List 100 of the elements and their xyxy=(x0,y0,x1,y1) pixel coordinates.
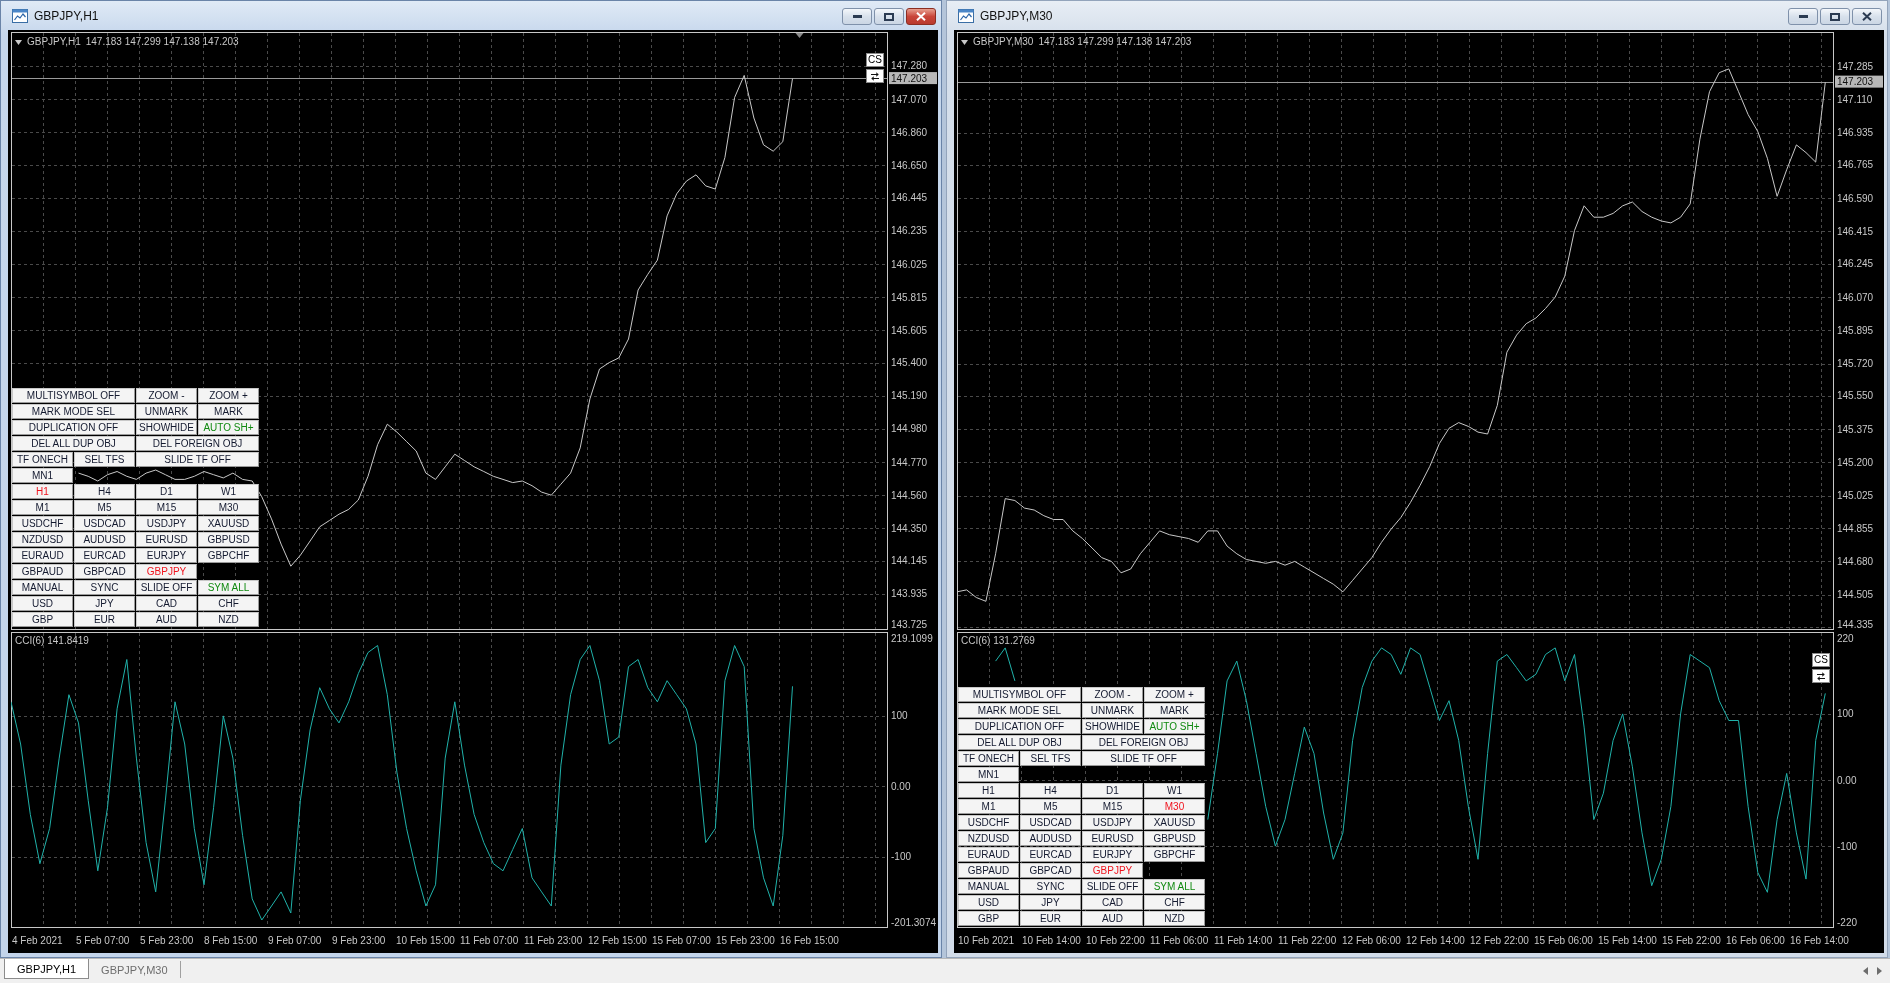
control-panel-button[interactable]: AUDUSD xyxy=(1020,831,1081,846)
close-button[interactable] xyxy=(906,8,936,25)
control-panel-button[interactable]: EUR xyxy=(74,612,135,627)
control-panel-button[interactable]: GBPAUD xyxy=(12,564,73,579)
control-panel-button[interactable]: AUDUSD xyxy=(74,532,135,547)
control-panel-button[interactable]: M15 xyxy=(1082,799,1143,814)
swap-button[interactable] xyxy=(866,69,884,83)
control-panel-button[interactable]: MARK MODE SEL xyxy=(12,404,135,419)
control-panel-button[interactable]: AUTO SH+ xyxy=(198,420,259,435)
control-panel-button[interactable]: SLIDE TF OFF xyxy=(136,452,259,467)
right-arrow-icon[interactable] xyxy=(1877,967,1882,975)
maximize-button[interactable] xyxy=(874,8,904,25)
control-panel-button[interactable]: EURUSD xyxy=(136,532,197,547)
dropdown-triangle-icon[interactable] xyxy=(15,39,22,45)
window-tab[interactable]: GBPJPY,M30 xyxy=(89,961,181,978)
control-panel-button[interactable]: D1 xyxy=(1082,783,1143,798)
control-panel-button[interactable]: SYNC xyxy=(74,580,135,595)
control-panel-button[interactable]: EURCAD xyxy=(1020,847,1081,862)
control-panel-button[interactable]: UNMARK xyxy=(1082,703,1143,718)
window-tab[interactable]: GBPJPY,H1 xyxy=(4,959,90,979)
control-panel-button[interactable]: AUD xyxy=(1082,911,1143,926)
control-panel-button[interactable]: MARK MODE SEL xyxy=(958,703,1081,718)
control-panel-button[interactable]: ZOOM + xyxy=(1144,687,1205,702)
control-panel-button[interactable]: DEL ALL DUP OBJ xyxy=(12,436,135,451)
control-panel-button[interactable]: GBP xyxy=(12,612,73,627)
control-panel-button[interactable]: NZDUSD xyxy=(958,831,1019,846)
control-panel-button[interactable]: SYNC xyxy=(1020,879,1081,894)
control-panel-button[interactable]: H1 xyxy=(12,484,73,499)
control-panel-button[interactable]: SYM ALL xyxy=(198,580,259,595)
control-panel-button[interactable]: M30 xyxy=(1144,799,1205,814)
control-panel-button[interactable]: M5 xyxy=(74,500,135,515)
control-panel-button[interactable]: SEL TFS xyxy=(1020,751,1081,766)
control-panel-button[interactable]: SLIDE TF OFF xyxy=(1082,751,1205,766)
control-panel-button[interactable]: SEL TFS xyxy=(74,452,135,467)
control-panel-button[interactable]: M15 xyxy=(136,500,197,515)
control-panel-button[interactable]: GBPUSD xyxy=(1144,831,1205,846)
control-panel-button[interactable]: JPY xyxy=(1020,895,1081,910)
control-panel-button[interactable]: NZDUSD xyxy=(12,532,73,547)
control-panel-button[interactable]: MULTISYMBOL OFF xyxy=(958,687,1081,702)
control-panel-button[interactable]: CHF xyxy=(198,596,259,611)
control-panel-button[interactable]: ZOOM - xyxy=(1082,687,1143,702)
control-panel-button[interactable]: GBPAUD xyxy=(958,863,1019,878)
control-panel-button[interactable]: XAUUSD xyxy=(1144,815,1205,830)
cs-button[interactable]: CS xyxy=(1812,653,1830,667)
control-panel-button[interactable]: SLIDE OFF xyxy=(1082,879,1143,894)
control-panel-button[interactable]: EURAUD xyxy=(958,847,1019,862)
control-panel-button[interactable]: MARK xyxy=(198,404,259,419)
control-panel-button[interactable]: DEL ALL DUP OBJ xyxy=(958,735,1081,750)
control-panel-button[interactable]: TF ONECH xyxy=(958,751,1019,766)
swap-button[interactable] xyxy=(1812,669,1830,683)
control-panel-button[interactable]: M1 xyxy=(958,799,1019,814)
control-panel-button[interactable]: USD xyxy=(12,596,73,611)
control-panel-button[interactable]: ZOOM - xyxy=(136,388,197,403)
control-panel-button[interactable]: MANUAL xyxy=(958,879,1019,894)
control-panel-button[interactable]: NZD xyxy=(198,612,259,627)
control-panel-button[interactable]: GBPCAD xyxy=(1020,863,1081,878)
control-panel-button[interactable]: MULTISYMBOL OFF xyxy=(12,388,135,403)
control-panel-button[interactable]: EURJPY xyxy=(1082,847,1143,862)
control-panel-button[interactable]: GBPCHF xyxy=(198,548,259,563)
control-panel-button[interactable]: CHF xyxy=(1144,895,1205,910)
control-panel-button[interactable]: GBPJPY xyxy=(1082,863,1143,878)
control-panel-button[interactable]: DEL FOREIGN OBJ xyxy=(1082,735,1205,750)
control-panel-button[interactable]: GBPUSD xyxy=(198,532,259,547)
control-panel-button[interactable]: D1 xyxy=(136,484,197,499)
cs-button[interactable]: CS xyxy=(866,53,884,67)
control-panel-button[interactable]: UNMARK xyxy=(136,404,197,419)
control-panel-button[interactable]: H1 xyxy=(958,783,1019,798)
minimize-button[interactable] xyxy=(842,8,872,25)
control-panel-button[interactable]: GBPCHF xyxy=(1144,847,1205,862)
control-panel-button[interactable]: USDCHF xyxy=(12,516,73,531)
control-panel-button[interactable]: H4 xyxy=(1020,783,1081,798)
left-arrow-icon[interactable] xyxy=(1863,967,1868,975)
control-panel-button[interactable]: USDJPY xyxy=(1082,815,1143,830)
maximize-button[interactable] xyxy=(1820,8,1850,25)
close-button[interactable] xyxy=(1852,8,1882,25)
control-panel-button[interactable]: MN1 xyxy=(958,767,1019,782)
control-panel-button[interactable]: SHOWHIDE xyxy=(1082,719,1143,734)
control-panel-button[interactable]: GBPCAD xyxy=(74,564,135,579)
control-panel-button[interactable]: M1 xyxy=(12,500,73,515)
control-panel-button[interactable]: M5 xyxy=(1020,799,1081,814)
control-panel-button[interactable]: NZD xyxy=(1144,911,1205,926)
control-panel-button[interactable]: USDCAD xyxy=(74,516,135,531)
control-panel-button[interactable]: SLIDE OFF xyxy=(136,580,197,595)
control-panel-button[interactable]: USDJPY xyxy=(136,516,197,531)
control-panel-button[interactable]: MN1 xyxy=(12,468,73,483)
control-panel-button[interactable]: CAD xyxy=(136,596,197,611)
control-panel-button[interactable]: W1 xyxy=(1144,783,1205,798)
control-panel-button[interactable]: JPY xyxy=(74,596,135,611)
control-panel-button[interactable]: MANUAL xyxy=(12,580,73,595)
control-panel-button[interactable]: SYM ALL xyxy=(1144,879,1205,894)
control-panel-button[interactable]: H4 xyxy=(74,484,135,499)
control-panel-button[interactable]: TF ONECH xyxy=(12,452,73,467)
control-panel-button[interactable]: AUTO SH+ xyxy=(1144,719,1205,734)
dropdown-triangle-icon[interactable] xyxy=(961,39,968,45)
control-panel-button[interactable]: CAD xyxy=(1082,895,1143,910)
control-panel-button[interactable]: EURJPY xyxy=(136,548,197,563)
control-panel-button[interactable]: GBPJPY xyxy=(136,564,197,579)
control-panel-button[interactable]: USDCHF xyxy=(958,815,1019,830)
control-panel-button[interactable]: SHOWHIDE xyxy=(136,420,197,435)
control-panel-button[interactable]: DEL FOREIGN OBJ xyxy=(136,436,259,451)
